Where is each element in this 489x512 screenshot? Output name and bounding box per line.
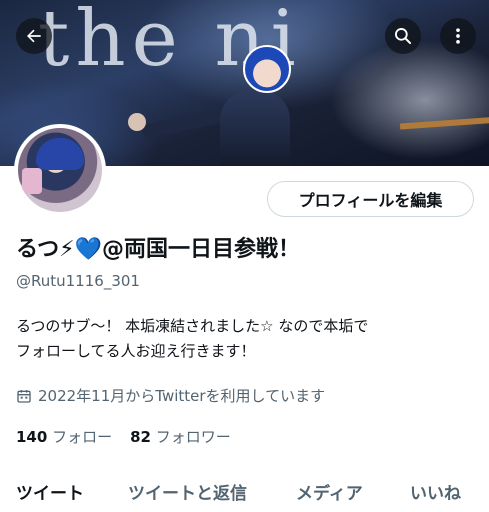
bio-line: フォローしてる人お迎え行きます！ xyxy=(16,342,256,360)
user-handle: @Rutu1116_301 xyxy=(16,272,140,290)
search-button[interactable] xyxy=(385,18,421,54)
following-count: 140 xyxy=(16,428,48,446)
following-label: フォロー xyxy=(52,428,113,446)
arrow-left-icon xyxy=(27,29,41,43)
edit-profile-button[interactable]: プロフィールを編集 xyxy=(267,181,474,217)
search-icon xyxy=(395,28,412,45)
joined-date: 2022年11月からTwitterを利用しています xyxy=(16,385,325,406)
followers-count: 82 xyxy=(130,428,151,446)
bio-line: るつのサブ〜！ 本垢凍結されました☆ なので本垢で xyxy=(16,317,369,335)
display-name: るつ⚡💙@両国一日目参戦！ xyxy=(16,237,300,262)
avatar-detail xyxy=(22,168,42,194)
tab-tweets-and-replies[interactable]: ツイートと返信 xyxy=(128,479,247,504)
more-vertical-icon xyxy=(456,28,460,44)
calendar-icon xyxy=(17,389,31,403)
more-options-button[interactable] xyxy=(440,18,476,54)
profile-bio: るつのサブ〜！ 本垢凍結されました☆ なので本垢で フォローしてる人お迎え行きま… xyxy=(16,314,476,364)
back-button[interactable] xyxy=(16,18,52,54)
tab-likes[interactable]: いいね xyxy=(410,479,461,504)
face-sticker xyxy=(243,45,291,93)
followers-label: フォロワー xyxy=(155,428,231,446)
avatar[interactable] xyxy=(14,124,106,216)
avatar-hair xyxy=(36,138,84,170)
joined-text: 2022年11月からTwitterを利用しています xyxy=(38,387,326,405)
profile-tabs: ツイート ツイートと返信 メディア いいね xyxy=(0,476,489,512)
tab-tweets[interactable]: ツイート xyxy=(16,479,84,504)
follow-stats: 140 フォロー 82 フォロワー xyxy=(16,426,231,447)
following-link[interactable]: 140 フォロー xyxy=(16,426,112,447)
followers-link[interactable]: 82 フォロワー xyxy=(130,426,231,447)
tab-media[interactable]: メディア xyxy=(296,479,363,504)
